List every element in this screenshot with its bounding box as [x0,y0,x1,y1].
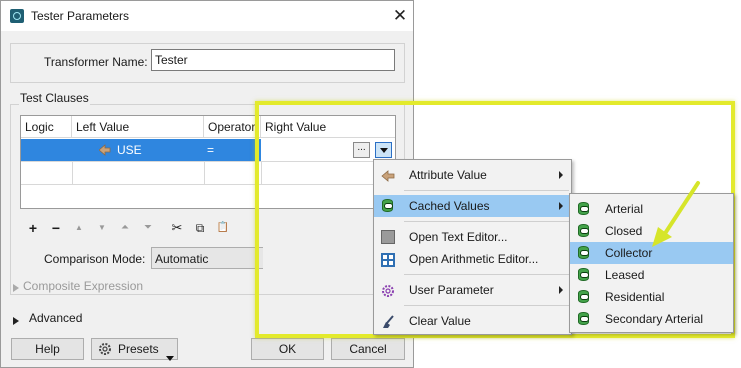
operator-cell[interactable]: = [207,139,214,161]
move-bottom-button[interactable]: ⏷ [140,220,156,236]
text-editor-icon [381,230,395,244]
remove-row-button[interactable]: − [48,220,64,236]
app-icon [10,9,24,23]
title-bar[interactable]: Tester Parameters ✕ [1,1,413,31]
advanced-expander-icon[interactable] [13,314,19,328]
transformer-name-label: Transformer Name: [44,55,148,69]
column-header-logic[interactable]: Logic [21,116,72,138]
presets-button[interactable]: Presets [91,338,178,361]
menu-item-clear-value[interactable]: Clear Value [374,310,571,332]
comparison-mode-select[interactable]: Automatic [151,247,263,269]
move-up-button[interactable]: ▲ [71,220,87,236]
submenu-item-label: Residential [605,290,665,304]
menu-item-attribute-value[interactable]: Attribute Value [374,164,571,186]
window-title: Tester Parameters [31,9,130,23]
right-value-context-menu: Attribute Value Cached Values Open Text … [373,159,572,335]
menu-item-label: Clear Value [409,314,471,328]
menu-item-cached-values[interactable]: Cached Values [374,195,571,217]
left-value-cell[interactable]: USE [117,139,142,161]
cut-icon[interactable]: ✂ [169,220,185,236]
menu-item-label: Attribute Value [409,168,487,182]
presets-gear-icon [98,342,112,356]
database-icon [578,202,589,215]
move-top-button[interactable]: ⏶ [117,220,133,236]
annotation-arrow-icon [652,181,700,247]
ok-button[interactable]: OK [251,338,324,360]
gear-icon [381,283,395,297]
database-icon [578,246,589,259]
submenu-item-label: Leased [605,268,645,282]
attribute-icon [98,144,111,156]
column-header-left-value[interactable]: Left Value [72,116,204,138]
submenu-item-residential[interactable]: Residential [570,286,733,308]
database-icon [578,224,589,237]
transformer-name-input[interactable]: Tester [151,49,395,71]
menu-item-user-parameter[interactable]: User Parameter [374,279,571,301]
submenu-item-label: Arterial [605,202,644,216]
submenu-item-secondary-arterial[interactable]: Secondary Arterial [570,308,733,330]
close-icon[interactable]: ✕ [389,4,411,28]
broom-icon [381,314,395,328]
test-clauses-label: Test Clauses [19,91,90,105]
composite-expander-icon[interactable] [13,281,19,295]
database-icon [578,290,589,303]
database-icon [578,312,589,325]
submenu-arrow-icon [559,202,563,210]
menu-separator [404,305,569,306]
copy-icon[interactable]: ⧉ [192,220,208,236]
submenu-item-leased[interactable]: Leased [570,264,733,286]
database-icon [578,268,589,281]
database-icon [382,199,393,212]
menu-item-label: User Parameter [409,283,494,297]
comparison-mode-label: Comparison Mode: [44,252,146,266]
submenu-arrow-icon [559,171,563,179]
advanced-label[interactable]: Advanced [29,311,82,325]
submenu-item-label: Closed [605,224,643,238]
menu-separator [404,190,569,191]
attribute-icon [381,168,395,182]
column-divider [204,162,205,184]
add-row-button[interactable]: + [25,220,41,236]
menu-item-label: Open Arithmetic Editor... [409,252,539,266]
column-header-operator[interactable]: Operator [204,116,261,138]
move-down-button[interactable]: ▼ [94,220,110,236]
presets-label: Presets [118,342,159,356]
submenu-item-label: Secondary Arterial [605,312,704,326]
help-button[interactable]: Help [11,338,84,360]
composite-expression-label[interactable]: Composite Expression [23,279,143,293]
menu-separator [404,221,569,222]
menu-item-label: Open Text Editor... [409,230,508,244]
column-divider [72,162,73,184]
menu-item-open-arithmetic-editor[interactable]: Open Arithmetic Editor... [374,248,571,270]
calculator-icon [381,252,395,267]
menu-item-label: Cached Values [409,199,490,213]
cancel-button[interactable]: Cancel [331,338,405,360]
paste-icon[interactable]: 📋 [215,220,231,236]
menu-item-open-text-editor[interactable]: Open Text Editor... [374,226,571,248]
chevron-down-icon [166,347,174,367]
submenu-arrow-icon [559,286,563,294]
menu-separator [404,274,569,275]
